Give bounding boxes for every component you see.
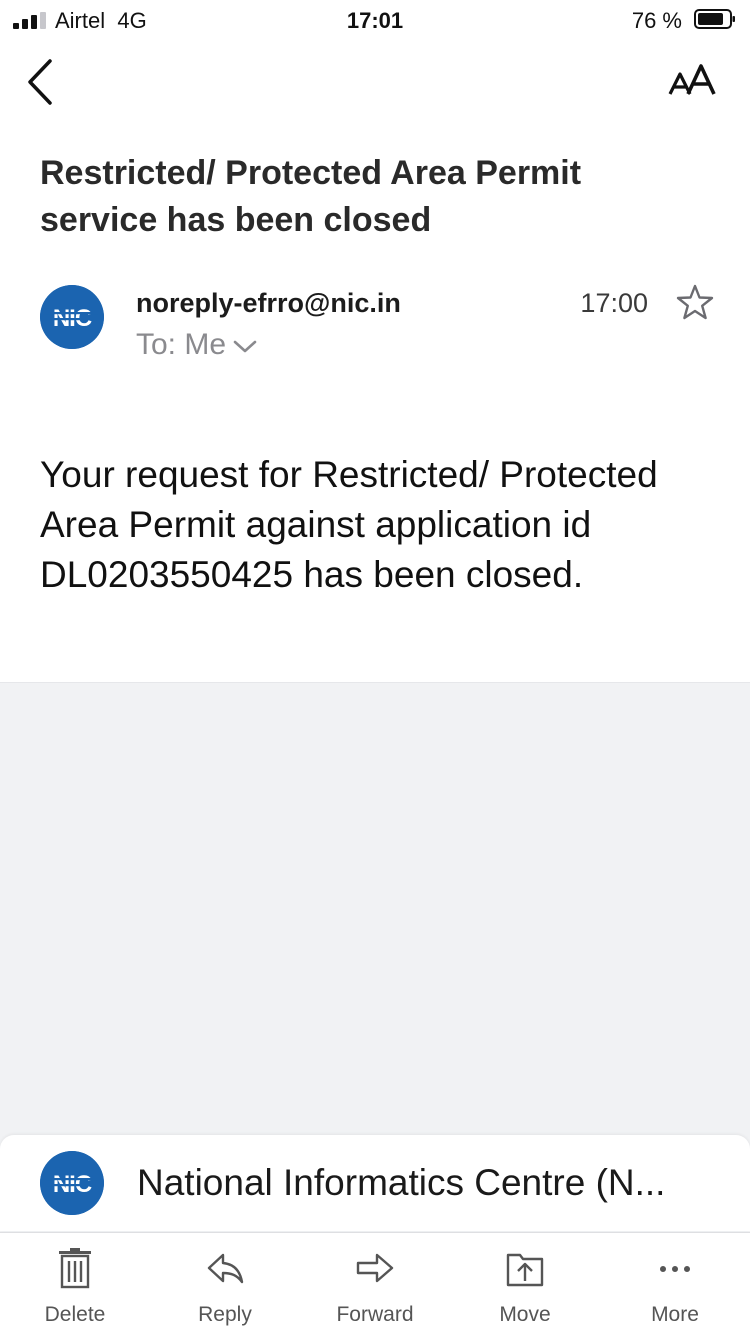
reply-label: Reply bbox=[198, 1303, 252, 1326]
battery-icon bbox=[694, 9, 735, 29]
forward-icon bbox=[356, 1253, 394, 1283]
recipient-row[interactable]: To: Me bbox=[136, 328, 258, 362]
trash-icon bbox=[59, 1248, 91, 1289]
nic-logo-icon: NIC bbox=[40, 285, 104, 349]
delete-button[interactable]: Delete bbox=[0, 1233, 150, 1335]
recipient-label: To: Me bbox=[136, 328, 227, 361]
more-label: More bbox=[651, 1303, 699, 1326]
delete-label: Delete bbox=[44, 1303, 106, 1326]
text-size-button[interactable] bbox=[668, 62, 720, 102]
nic-logo-icon: NIC bbox=[40, 1151, 104, 1215]
card-avatar: NIC bbox=[40, 1151, 104, 1215]
forward-button[interactable]: Forward bbox=[300, 1233, 450, 1335]
move-icon bbox=[506, 1253, 544, 1287]
battery-percentage: 76 % bbox=[631, 8, 682, 33]
email-body: Your request for Restricted/ Protected A… bbox=[40, 454, 658, 595]
text-size-icon bbox=[668, 64, 716, 95]
status-bar: Airtel 4G 17:01 76 % bbox=[0, 0, 750, 40]
chevron-down-icon bbox=[233, 340, 257, 353]
email-time: 17:00 bbox=[580, 288, 648, 318]
move-button[interactable]: Move bbox=[450, 1233, 600, 1335]
back-button[interactable] bbox=[22, 56, 62, 108]
sender-card[interactable]: NIC National Informatics Centre (N... bbox=[0, 1135, 750, 1231]
more-icon bbox=[660, 1266, 690, 1272]
sender-address[interactable]: noreply-efrro@nic.in bbox=[136, 288, 401, 319]
bottom-toolbar: Delete Reply Forward Move More bbox=[0, 1232, 750, 1335]
email-subject: Restricted/ Protected Area Permit servic… bbox=[40, 154, 582, 239]
star-icon[interactable] bbox=[676, 284, 714, 322]
sender-avatar[interactable]: NIC bbox=[40, 285, 104, 349]
more-button[interactable]: More bbox=[600, 1233, 750, 1335]
reply-icon bbox=[207, 1253, 244, 1284]
chevron-left-icon bbox=[28, 59, 52, 105]
reply-button[interactable]: Reply bbox=[150, 1233, 300, 1335]
card-title: National Informatics Centre (N... bbox=[137, 1162, 666, 1203]
forward-label: Forward bbox=[336, 1303, 414, 1326]
move-label: Move bbox=[499, 1303, 551, 1326]
